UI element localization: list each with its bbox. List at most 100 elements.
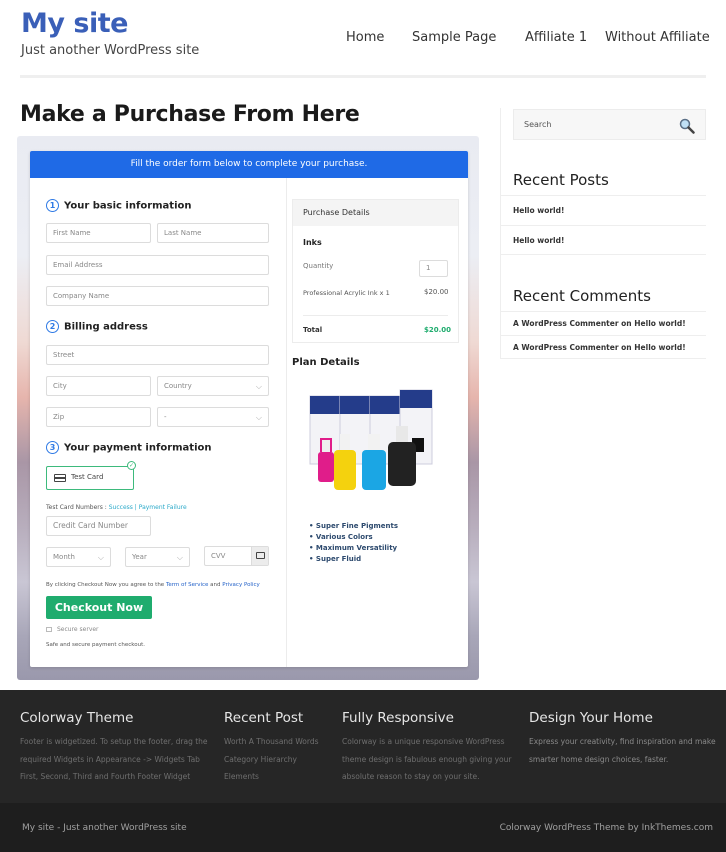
footer-line: smarter home design choices, faster. [529, 754, 669, 764]
feature-text: Super Fluid [315, 555, 362, 563]
total-divider [303, 315, 448, 316]
site-title[interactable]: My site [21, 8, 128, 39]
footer-col-text: Express your creativity, find inspiratio… [529, 733, 716, 768]
cvv-card-icon [251, 547, 268, 565]
total-value: $20.00 [424, 326, 452, 334]
footer-post-link[interactable]: Category Hierarchy [224, 751, 319, 769]
email-input[interactable]: Email Address [46, 255, 269, 275]
last-name-input[interactable]: Last Name [157, 223, 269, 243]
step-basic-info-heading: 1 Your basic information [46, 199, 192, 212]
year-select[interactable]: Year [125, 547, 190, 567]
feature-text: Maximum Versatility [315, 544, 398, 552]
search-placeholder: Search [524, 120, 552, 129]
test-card-numbers: Test Card Numbers : Success | Payment Fa… [46, 504, 187, 511]
product-group: Inks [303, 238, 322, 247]
safe-checkout-text: Safe and secure payment checkout. [46, 642, 145, 648]
footer-col-text: Colorway is a unique responsive WordPres… [342, 733, 511, 786]
footer-col-title: Fully Responsive [342, 710, 454, 726]
country-select-value: Country [164, 382, 192, 390]
card-number-input[interactable]: Credit Card Number [46, 516, 151, 536]
agree-prefix: By clicking Checkout Now you agree to th… [46, 582, 166, 588]
search-icon[interactable] [679, 117, 695, 147]
cvv-input[interactable]: CVV [204, 546, 269, 566]
step-number-icon: 2 [46, 320, 59, 333]
feature-text: Various Colors [315, 533, 373, 541]
zip-input[interactable]: Zip [46, 407, 151, 427]
footer-line: required Widgets in Appearance -> Widget… [20, 754, 200, 764]
form-banner: Fill the order form below to complete yo… [30, 151, 468, 178]
recent-comments-title: Recent Comments [513, 287, 651, 305]
secure-server-label: Secure server [57, 626, 99, 633]
feature-item: • Maximum Versatility [309, 544, 398, 552]
step-title: Your basic information [64, 200, 192, 212]
agreement-text: By clicking Checkout Now you agree to th… [46, 582, 260, 588]
test-success-link[interactable]: Success [109, 504, 133, 511]
nav-without-affiliate[interactable]: Without Affiliate [605, 30, 710, 45]
purchase-details-box: Purchase Details Inks Quantity 1 Profess… [292, 199, 459, 343]
city-input[interactable]: City [46, 376, 151, 396]
month-select[interactable]: Month [46, 547, 111, 567]
street-input[interactable]: Street [46, 345, 269, 365]
agree-and: and [208, 582, 223, 588]
feature-item: • Super Fluid [309, 555, 362, 563]
feature-item: • Various Colors [309, 533, 373, 541]
checkmark-icon: ✓ [127, 461, 136, 470]
recent-comment-link[interactable]: A WordPress Commenter on Hello world! [500, 335, 706, 359]
page-title: Make a Purchase From Here [20, 102, 360, 127]
column-divider [286, 178, 287, 667]
step-payment-heading: 3 Your payment information [46, 441, 212, 454]
search-input[interactable]: Search [513, 109, 706, 140]
footer-recent-posts: Worth A Thousand Words Category Hierarch… [224, 733, 319, 786]
feature-item: • Super Fine Pigments [309, 522, 399, 530]
footer-line: First, Second, Third and Fourth Footer W… [20, 772, 191, 781]
nav-affiliate-1[interactable]: Affiliate 1 [525, 30, 587, 45]
site-tagline: Just another WordPress site [21, 43, 200, 58]
nav-home[interactable]: Home [346, 30, 384, 45]
footer-line: Footer is widgetized. To setup the foote… [20, 737, 208, 746]
nav-sample-page[interactable]: Sample Page [412, 30, 496, 45]
footer-line: Express your creativity, find inspiratio… [529, 737, 716, 746]
footer-line: theme design is fabulous enough giving y… [342, 754, 512, 764]
test-card-label: Test Card Numbers : [46, 504, 109, 511]
recent-post-link[interactable]: Hello world! [500, 195, 706, 225]
recent-post-link[interactable]: Hello world! [500, 225, 706, 255]
quantity-label: Quantity [303, 262, 334, 270]
test-failure-link[interactable]: Payment Failure [139, 504, 187, 511]
company-input[interactable]: Company Name [46, 286, 269, 306]
item-name: Professional Acrylic Ink x 1 [303, 289, 390, 297]
footer-col-text: Footer is widgetized. To setup the foote… [20, 733, 208, 786]
step-number-icon: 1 [46, 199, 59, 212]
checkout-now-button[interactable]: Checkout Now [46, 596, 152, 619]
footer-line: absolute reason to stay on your site. [342, 772, 480, 781]
product-image [304, 388, 439, 500]
footer-site-credit[interactable]: My site - Just another WordPress site [22, 823, 187, 833]
recent-posts-title: Recent Posts [513, 171, 609, 189]
first-name-input[interactable]: First Name [46, 223, 151, 243]
step-number-icon: 3 [46, 441, 59, 454]
step-title: Billing address [64, 321, 148, 333]
item-price: $20.00 [424, 288, 449, 296]
footer-post-link[interactable]: Worth A Thousand Words [224, 733, 319, 751]
payment-method-test-card[interactable]: Test Card ✓ [46, 461, 136, 490]
country-select[interactable]: Country [157, 376, 269, 396]
footer-col-title: Design Your Home [529, 710, 653, 726]
feature-text: Super Fine Pigments [315, 522, 399, 530]
footer-col-title: Recent Post [224, 710, 304, 726]
total-label: Total [303, 326, 323, 334]
step-billing-heading: 2 Billing address [46, 320, 148, 333]
plan-details-title: Plan Details [292, 357, 360, 368]
state-select[interactable]: - [157, 407, 269, 427]
footer-col-title: Colorway Theme [20, 710, 134, 726]
quantity-input[interactable]: 1 [419, 260, 448, 277]
recent-comment-link[interactable]: A WordPress Commenter on Hello world! [500, 311, 706, 335]
purchase-details-header: Purchase Details [293, 200, 458, 226]
plan-features-list: • Super Fine Pigments • Various Colors •… [309, 521, 398, 565]
footer-post-link[interactable]: Elements [224, 768, 319, 786]
terms-link[interactable]: Term of Service [166, 582, 208, 588]
cvv-placeholder: CVV [211, 552, 226, 560]
ink-bottles-illustration [309, 389, 433, 490]
header-divider [20, 75, 706, 78]
privacy-link[interactable]: Privacy Policy [222, 582, 259, 588]
credit-card-icon [54, 474, 66, 482]
footer-theme-credit[interactable]: Colorway WordPress Theme by InkThemes.co… [500, 823, 713, 833]
